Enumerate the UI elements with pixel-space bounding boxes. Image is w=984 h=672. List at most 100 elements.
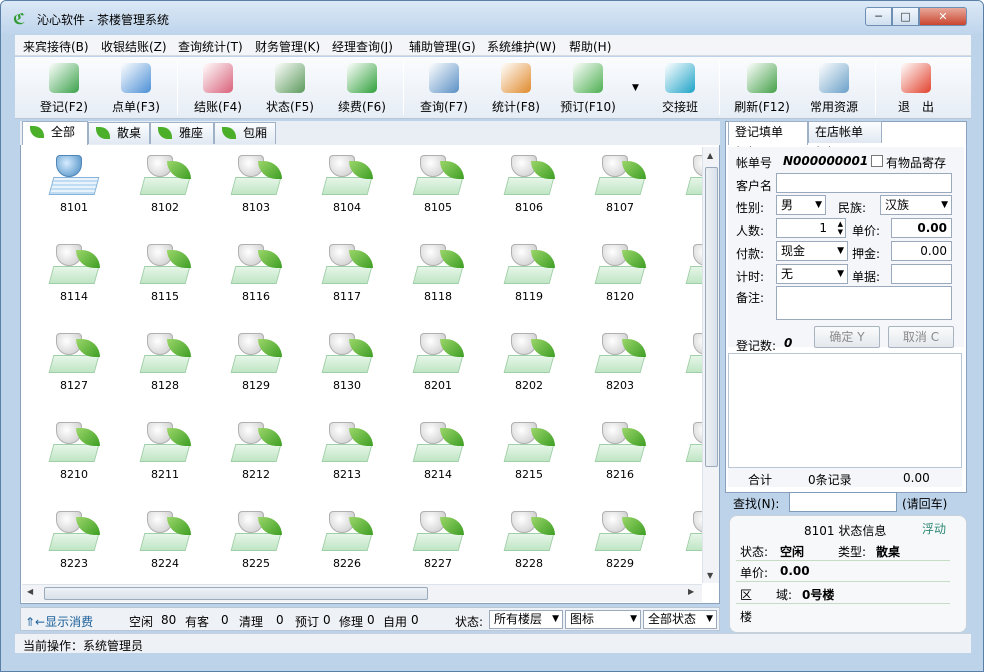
tab-in-store-bills[interactable]: 在店帐单(A)	[808, 121, 882, 159]
room-tile[interactable]: 8115	[133, 238, 197, 318]
room-tile[interactable]: 8103	[224, 149, 288, 229]
room-tile[interactable]: 8104	[315, 149, 379, 229]
room-tile[interactable]: 8119	[497, 238, 561, 318]
room-tile[interactable]: 8107	[588, 149, 652, 229]
tab-elegant-seat[interactable]: 雅座	[150, 122, 214, 144]
maximize-button[interactable]: □	[892, 7, 919, 26]
room-tile[interactable]: 8213	[315, 416, 379, 496]
room-tile[interactable]: 8128	[133, 327, 197, 407]
menu-cashier[interactable]: 收银结账(Z)	[101, 38, 167, 55]
scroll-left-arrow-icon[interactable]: ◀	[27, 587, 33, 596]
menu-system[interactable]: 系统维护(W)	[487, 38, 556, 55]
cancel-button[interactable]: 取消 C	[888, 326, 954, 348]
room-tile[interactable]: 8	[679, 505, 702, 583]
room-tile[interactable]: 8	[679, 416, 702, 496]
note-textarea[interactable]	[776, 286, 952, 320]
tab-registration-form[interactable]: 登记填单(D)	[728, 121, 808, 159]
reserve-dropdown-arrow[interactable]: ▼	[632, 83, 639, 93]
refresh-button[interactable]: 刷新(F12)	[727, 59, 797, 117]
room-tile[interactable]: 8215	[497, 416, 561, 496]
deposit-item-checkbox[interactable]	[871, 155, 883, 167]
unit-price-input[interactable]: 0.00	[891, 218, 952, 238]
deposit-input[interactable]: 0.00	[891, 241, 952, 261]
room-tile[interactable]: 8	[679, 149, 702, 229]
room-tile[interactable]: 8120	[588, 238, 652, 318]
room-tile[interactable]: 8225	[224, 505, 288, 583]
scroll-right-arrow-icon[interactable]: ▶	[688, 587, 694, 596]
show-consumption-toggle[interactable]: ⇑←显示消费	[25, 613, 93, 630]
menu-assist[interactable]: 辅助管理(G)	[409, 38, 476, 55]
register-button[interactable]: 登记(F2)	[29, 59, 99, 117]
room-tile[interactable]: 8118	[406, 238, 470, 318]
room-tile[interactable]: 8214	[406, 416, 470, 496]
room-tile[interactable]: 8201	[406, 327, 470, 407]
menu-manager[interactable]: 经理查询(J)	[332, 38, 393, 55]
horizontal-scroll-thumb[interactable]	[44, 587, 428, 600]
voucher-input[interactable]	[891, 264, 952, 284]
room-tile[interactable]: 8203	[588, 327, 652, 407]
stepper-arrows-icon[interactable]: ▲ ▼	[838, 220, 843, 236]
scroll-down-arrow-icon[interactable]: ▼	[707, 571, 713, 580]
room-tile[interactable]: 8129	[224, 327, 288, 407]
menu-reception[interactable]: 来宾接待(B)	[23, 38, 89, 55]
renew-button[interactable]: 续费(F6)	[327, 59, 397, 117]
room-tile[interactable]: 8226	[315, 505, 379, 583]
reserve-button[interactable]: 预订(F10)	[553, 59, 623, 117]
room-number: 8101	[60, 201, 88, 214]
state-select[interactable]: 全部状态 ▼	[643, 610, 717, 629]
tea-tray-icon	[139, 355, 191, 373]
vertical-scrollbar[interactable]: ▲ ▼	[702, 147, 719, 583]
room-tile[interactable]: 8202	[497, 327, 561, 407]
vertical-scroll-thumb[interactable]	[705, 167, 718, 467]
room-tile[interactable]: 8102	[133, 149, 197, 229]
tab-loose-table[interactable]: 散桌	[88, 122, 150, 144]
minimize-button[interactable]: ─	[865, 7, 892, 26]
room-tile[interactable]: 8216	[588, 416, 652, 496]
room-tile[interactable]: 8130	[315, 327, 379, 407]
menu-finance[interactable]: 财务管理(K)	[255, 38, 320, 55]
room-tile[interactable]: 8117	[315, 238, 379, 318]
timing-select[interactable]: 无 ▼	[776, 264, 848, 284]
resources-button[interactable]: 常用资源	[799, 59, 869, 117]
shift-button[interactable]: 交接班	[645, 59, 715, 117]
checkout-button[interactable]: 结账(F4)	[183, 59, 253, 117]
payment-select[interactable]: 现金 ▼	[776, 241, 848, 261]
room-tile[interactable]: 8224	[133, 505, 197, 583]
float-toggle[interactable]: 浮动	[922, 520, 946, 537]
floor-select[interactable]: 所有楼层 ▼	[489, 610, 563, 629]
menu-help[interactable]: 帮助(H)	[569, 38, 611, 55]
order-button[interactable]: 点单(F3)	[101, 59, 171, 117]
query-button[interactable]: 查询(F7)	[409, 59, 479, 117]
room-tile[interactable]: 8	[679, 238, 702, 318]
room-tile[interactable]: 8101	[42, 149, 106, 229]
close-button[interactable]: ✕	[919, 7, 967, 26]
status-button[interactable]: 状态(F5)	[255, 59, 325, 117]
room-tile[interactable]: 8127	[42, 327, 106, 407]
room-tile[interactable]: 8	[679, 327, 702, 407]
search-input[interactable]	[789, 492, 897, 512]
view-select[interactable]: 图标 ▼	[565, 610, 641, 629]
scroll-up-arrow-icon[interactable]: ▲	[707, 151, 713, 160]
room-tile[interactable]: 8116	[224, 238, 288, 318]
room-tile[interactable]: 8105	[406, 149, 470, 229]
statistics-button[interactable]: 统计(F8)	[481, 59, 551, 117]
confirm-button[interactable]: 确定 Y	[814, 326, 880, 348]
horizontal-scrollbar[interactable]: ◀ ▶	[22, 584, 702, 602]
room-tile[interactable]: 8223	[42, 505, 106, 583]
room-tile[interactable]: 8227	[406, 505, 470, 583]
nation-select[interactable]: 汉族 ▼	[880, 195, 952, 215]
room-tile[interactable]: 8210	[42, 416, 106, 496]
exit-button[interactable]: 退 出	[881, 59, 951, 117]
room-tile[interactable]: 8211	[133, 416, 197, 496]
room-tile[interactable]: 8114	[42, 238, 106, 318]
room-tile[interactable]: 8212	[224, 416, 288, 496]
room-tile[interactable]: 8228	[497, 505, 561, 583]
people-stepper[interactable]: 1 ▲ ▼	[776, 218, 846, 238]
tab-private-room[interactable]: 包厢	[214, 122, 276, 144]
menu-query[interactable]: 查询统计(T)	[178, 38, 243, 55]
gender-select[interactable]: 男 ▼	[776, 195, 826, 215]
room-tile[interactable]: 8229	[588, 505, 652, 583]
tab-all[interactable]: 全部	[22, 121, 88, 145]
room-tile[interactable]: 8106	[497, 149, 561, 229]
guest-name-input[interactable]	[776, 173, 952, 193]
